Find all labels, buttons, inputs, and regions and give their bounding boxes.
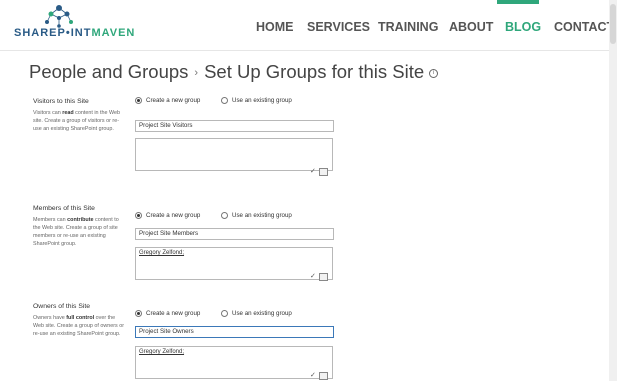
group-name-input[interactable]: Project Site Visitors — [135, 120, 334, 132]
group-name-input[interactable]: Project Site Owners — [135, 326, 334, 338]
breadcrumb-separator: › — [194, 67, 199, 80]
header-divider — [0, 50, 609, 51]
check-names-icon[interactable]: ✓ — [310, 371, 316, 379]
people-picker-field[interactable]: Gregory Zelfond; — [135, 247, 333, 280]
people-picker-icons: ✓ — [310, 371, 332, 380]
section-title: Members of this Site — [33, 205, 95, 212]
group-option-row: Create a new group Use an existing group — [135, 310, 292, 317]
site-header: SHAREP•INTMAVEN HOME SERVICES TRAINING A… — [0, 0, 617, 50]
nav-home[interactable]: HOME — [256, 20, 294, 34]
logo-wordmark: SHAREP•INTMAVEN — [14, 27, 136, 39]
section-title: Owners of this Site — [33, 303, 91, 310]
radio-create-new-group[interactable]: Create a new group — [135, 97, 200, 104]
radio-use-existing-group[interactable]: Use an existing group — [221, 212, 292, 219]
address-book-icon[interactable] — [319, 168, 328, 176]
info-icon[interactable]: i — [429, 68, 439, 78]
nav-about[interactable]: ABOUT — [449, 20, 493, 34]
radio-button-selected[interactable] — [135, 97, 142, 104]
breadcrumb-people-and-groups[interactable]: People and Groups — [29, 61, 188, 82]
nav-services[interactable]: SERVICES — [307, 20, 370, 34]
radio-button[interactable] — [221, 310, 228, 317]
section-description: Visitors can read content in the Web sit… — [33, 110, 121, 132]
group-name-input[interactable]: Project Site Members — [135, 228, 334, 240]
nav-active-indicator — [497, 0, 539, 4]
radio-use-existing-group[interactable]: Use an existing group — [221, 310, 292, 317]
radio-use-existing-group[interactable]: Use an existing group — [221, 97, 292, 104]
nav-contact[interactable]: CONTACT — [554, 20, 614, 34]
radio-create-new-group[interactable]: Create a new group — [135, 310, 200, 317]
section-description: Owners have full control over the Web si… — [33, 315, 124, 337]
radio-button-selected[interactable] — [135, 310, 142, 317]
section-title: Visitors to this Site — [33, 98, 89, 105]
radio-create-new-group[interactable]: Create a new group — [135, 212, 200, 219]
people-picker-field[interactable]: Gregory Zelfond; — [135, 346, 333, 379]
check-names-icon[interactable]: ✓ — [310, 167, 316, 175]
people-picker-field[interactable] — [135, 138, 333, 171]
people-picker-icons: ✓ — [310, 167, 332, 176]
radio-button[interactable] — [221, 212, 228, 219]
address-book-icon[interactable] — [319, 372, 328, 380]
scrollbar-thumb[interactable] — [610, 4, 616, 44]
sharepoint-maven-logo[interactable]: SHAREP•INTMAVEN — [14, 4, 144, 46]
page-title-text: Set Up Groups for this Site — [204, 61, 425, 82]
page-title: People and Groups › Set Up Groups for this… — [29, 61, 439, 83]
people-picker-icons: ✓ — [310, 272, 332, 281]
check-names-icon[interactable]: ✓ — [310, 272, 316, 280]
group-option-row: Create a new group Use an existing group — [135, 97, 292, 104]
radio-button[interactable] — [221, 97, 228, 104]
radio-button-selected[interactable] — [135, 212, 142, 219]
address-book-icon[interactable] — [319, 273, 328, 281]
nav-blog[interactable]: BLOG — [505, 20, 541, 34]
section-description: Members can contribute content to the We… — [33, 217, 119, 247]
vertical-scrollbar[interactable] — [609, 0, 617, 381]
nav-training[interactable]: TRAINING — [378, 20, 438, 34]
group-option-row: Create a new group Use an existing group — [135, 212, 292, 219]
